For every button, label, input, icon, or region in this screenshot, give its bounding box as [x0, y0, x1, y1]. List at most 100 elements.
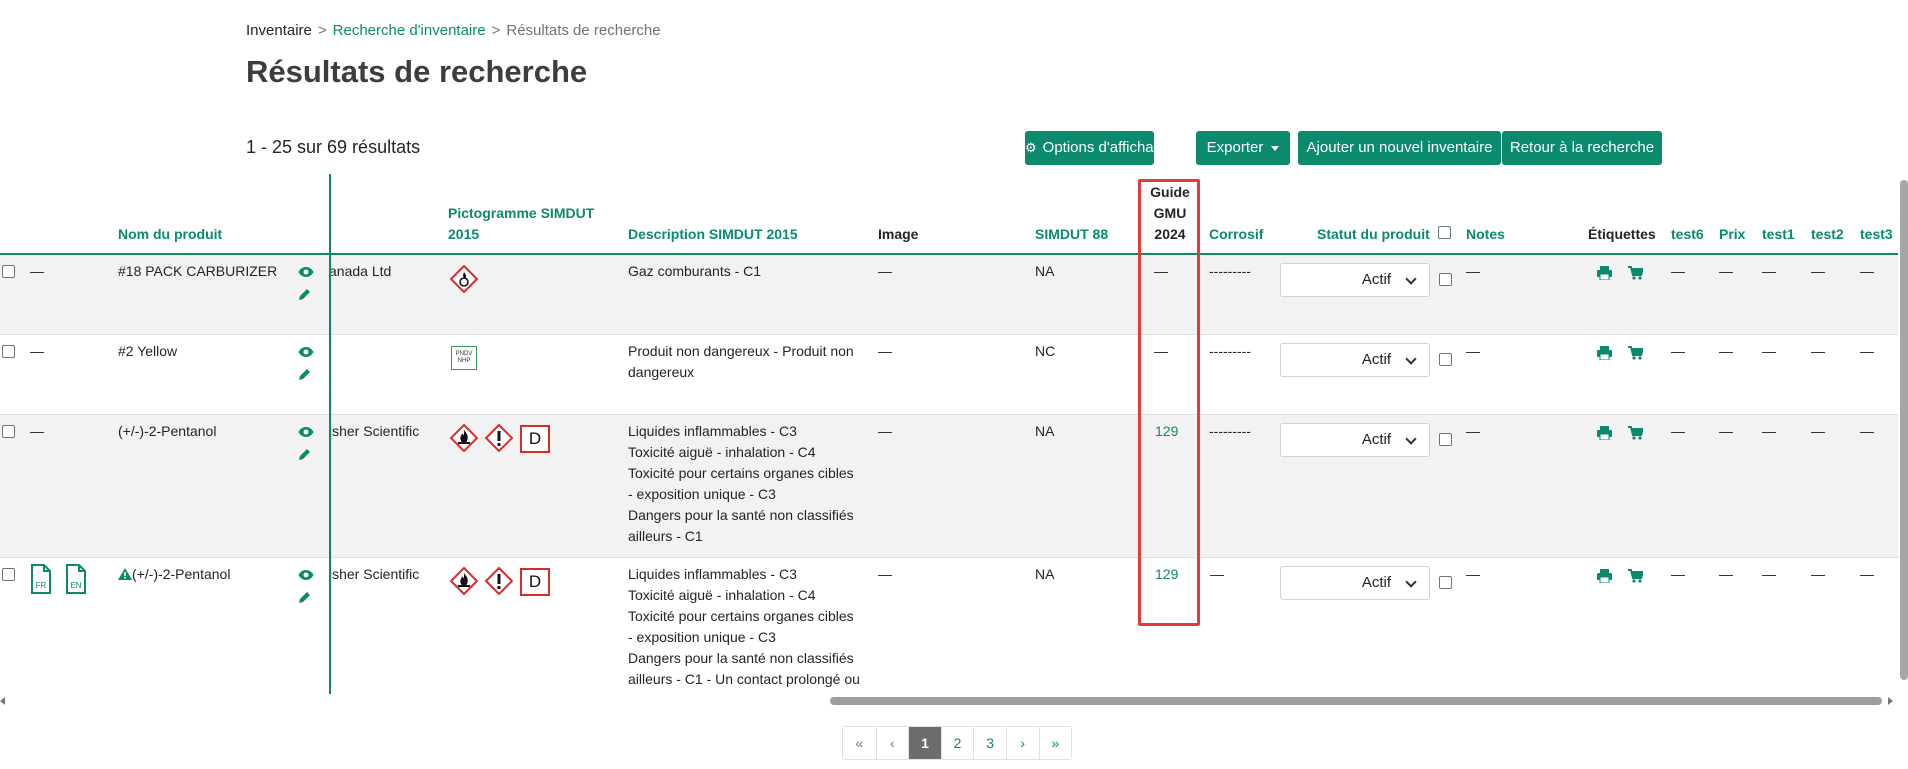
- page-next[interactable]: ›: [1005, 727, 1039, 759]
- scroll-left-arrow[interactable]: [0, 697, 5, 705]
- sds-fr-document-icon[interactable]: FR: [30, 564, 52, 594]
- status-select[interactable]: Actif: [1280, 343, 1430, 377]
- table-row: FR EN (+/-)-2-Pentanol isher Scientific …: [0, 558, 1898, 694]
- col-simdut88[interactable]: SIMDUT 88: [1035, 224, 1108, 245]
- sds-en-document-icon[interactable]: EN: [65, 564, 87, 594]
- cart-icon[interactable]: [1628, 346, 1643, 360]
- export-button[interactable]: Exporter: [1196, 131, 1290, 165]
- class-d-icon: D: [520, 425, 550, 453]
- status-select[interactable]: Actif: [1280, 263, 1430, 297]
- svg-text:EN: EN: [70, 581, 81, 590]
- pencil-icon[interactable]: [298, 447, 312, 461]
- breadcrumb-home[interactable]: Inventaire: [246, 22, 312, 39]
- vertical-scrollbar[interactable]: [1900, 180, 1908, 680]
- scroll-right-arrow[interactable]: [1888, 697, 1893, 705]
- chevron-down-icon: [1405, 433, 1417, 445]
- product-name: #2 Yellow: [118, 343, 178, 359]
- status-header-checkbox[interactable]: [1438, 226, 1451, 239]
- col-test6[interactable]: test6: [1671, 224, 1704, 245]
- description: Liquides inflammables - C3 Toxicité aiguë…: [628, 423, 854, 544]
- printer-icon[interactable]: [1597, 346, 1612, 360]
- eye-icon[interactable]: [298, 426, 314, 438]
- class-d-icon: D: [520, 568, 550, 596]
- result-count: 1 - 25 sur 69 résultats: [246, 137, 421, 157]
- col-corrosive[interactable]: Corrosif: [1209, 224, 1263, 245]
- non-hazardous-label: PNDV NHP: [451, 346, 477, 370]
- display-options-button[interactable]: ⚙ Options d'affichage: [1025, 131, 1170, 165]
- supplier: anada Ltd: [329, 263, 392, 279]
- sticky-column-divider: [329, 174, 331, 694]
- product-name: (+/-)-2-Pentanol: [132, 566, 231, 582]
- status-checkbox[interactable]: [1439, 353, 1452, 366]
- page-1[interactable]: 1: [908, 727, 941, 759]
- col-product-name[interactable]: Nom du produit: [118, 224, 222, 245]
- product-name: #18 PACK CARBURIZER: [118, 263, 278, 279]
- highlight-box: [1138, 179, 1200, 626]
- flame-icon: [450, 567, 478, 595]
- row-checkbox[interactable]: [2, 345, 15, 358]
- pencil-icon[interactable]: [298, 287, 312, 301]
- table-row: — #2 Yellow PNDV NHP Produit non dangereu…: [0, 335, 1898, 415]
- page-2[interactable]: 2: [940, 727, 974, 759]
- supplier: isher Scientific: [329, 423, 420, 439]
- flame-icon: [450, 424, 478, 452]
- col-pictogram[interactable]: Pictogramme SIMDUT 2015: [448, 203, 594, 245]
- chevron-down-icon: [1405, 353, 1417, 365]
- exclamation-icon: [485, 567, 513, 595]
- pencil-icon[interactable]: [298, 367, 312, 381]
- page-3[interactable]: 3: [973, 727, 1006, 759]
- printer-icon[interactable]: [1597, 426, 1612, 440]
- page-first[interactable]: «: [843, 727, 876, 759]
- eye-icon[interactable]: [298, 346, 314, 358]
- eye-icon[interactable]: [298, 266, 314, 278]
- col-description[interactable]: Description SIMDUT 2015: [628, 224, 798, 245]
- page-title: Résultats de recherche: [246, 54, 588, 89]
- chevron-down-icon: [1405, 273, 1417, 285]
- breadcrumb: Inventaire > Recherche d'inventaire > Résult…: [246, 22, 661, 39]
- col-image: Image: [878, 226, 919, 242]
- description: Produit non dangereux - Produit non dange…: [628, 343, 854, 380]
- eye-icon[interactable]: [298, 569, 314, 581]
- breadcrumb-search[interactable]: Recherche d'inventaire: [333, 22, 486, 39]
- row-checkbox[interactable]: [2, 425, 15, 438]
- cart-icon[interactable]: [1628, 426, 1643, 440]
- add-inventory-button[interactable]: Ajouter un nouvel inventaire: [1298, 131, 1501, 165]
- gear-icon: ⚙: [1025, 140, 1037, 155]
- row-checkbox[interactable]: [2, 265, 15, 278]
- printer-icon[interactable]: [1597, 266, 1612, 280]
- page-prev[interactable]: ‹: [875, 727, 909, 759]
- col-price[interactable]: Prix: [1719, 224, 1745, 245]
- col-test1[interactable]: test1: [1762, 224, 1795, 245]
- back-to-search-button[interactable]: Retour à la recherche: [1502, 131, 1662, 165]
- status-checkbox[interactable]: [1439, 576, 1452, 589]
- horizontal-scrollbar[interactable]: [830, 697, 1882, 705]
- product-name: (+/-)-2-Pentanol: [118, 423, 217, 439]
- cart-icon[interactable]: [1628, 266, 1643, 280]
- page-last[interactable]: »: [1038, 727, 1072, 759]
- pencil-icon[interactable]: [298, 590, 312, 604]
- flame-over-circle-icon: [450, 265, 478, 293]
- col-test3[interactable]: test3: [1860, 224, 1893, 245]
- col-status[interactable]: Statut du produit: [1317, 224, 1430, 245]
- supplier: isher Scientific: [329, 566, 420, 582]
- status-select[interactable]: Actif: [1280, 566, 1430, 600]
- col-test2[interactable]: test2: [1811, 224, 1844, 245]
- status-checkbox[interactable]: [1439, 273, 1452, 286]
- status-select[interactable]: Actif: [1280, 423, 1430, 457]
- table-row: — (+/-)-2-Pentanol isher Scientific D Li…: [0, 415, 1898, 558]
- row-checkbox[interactable]: [2, 568, 15, 581]
- header-divider: [0, 253, 1898, 255]
- printer-icon[interactable]: [1597, 569, 1612, 583]
- description: Gaz comburants - C1: [628, 263, 762, 279]
- results-table: Nom du produit Pictogramme SIMDUT 2015 De…: [0, 174, 1898, 694]
- svg-text:FR: FR: [36, 581, 47, 590]
- table-row: — #18 PACK CARBURIZER anada Ltd Gaz comb…: [0, 255, 1898, 335]
- col-labels: Étiquettes: [1588, 226, 1656, 242]
- chevron-down-icon: [1405, 576, 1417, 588]
- description: Liquides inflammables - C3 Toxicité aiguë…: [628, 566, 860, 687]
- cart-icon[interactable]: [1628, 569, 1643, 583]
- status-checkbox[interactable]: [1439, 433, 1452, 446]
- exclamation-icon: [485, 424, 513, 452]
- breadcrumb-current: Résultats de recherche: [506, 22, 661, 39]
- col-notes[interactable]: Notes: [1466, 224, 1505, 245]
